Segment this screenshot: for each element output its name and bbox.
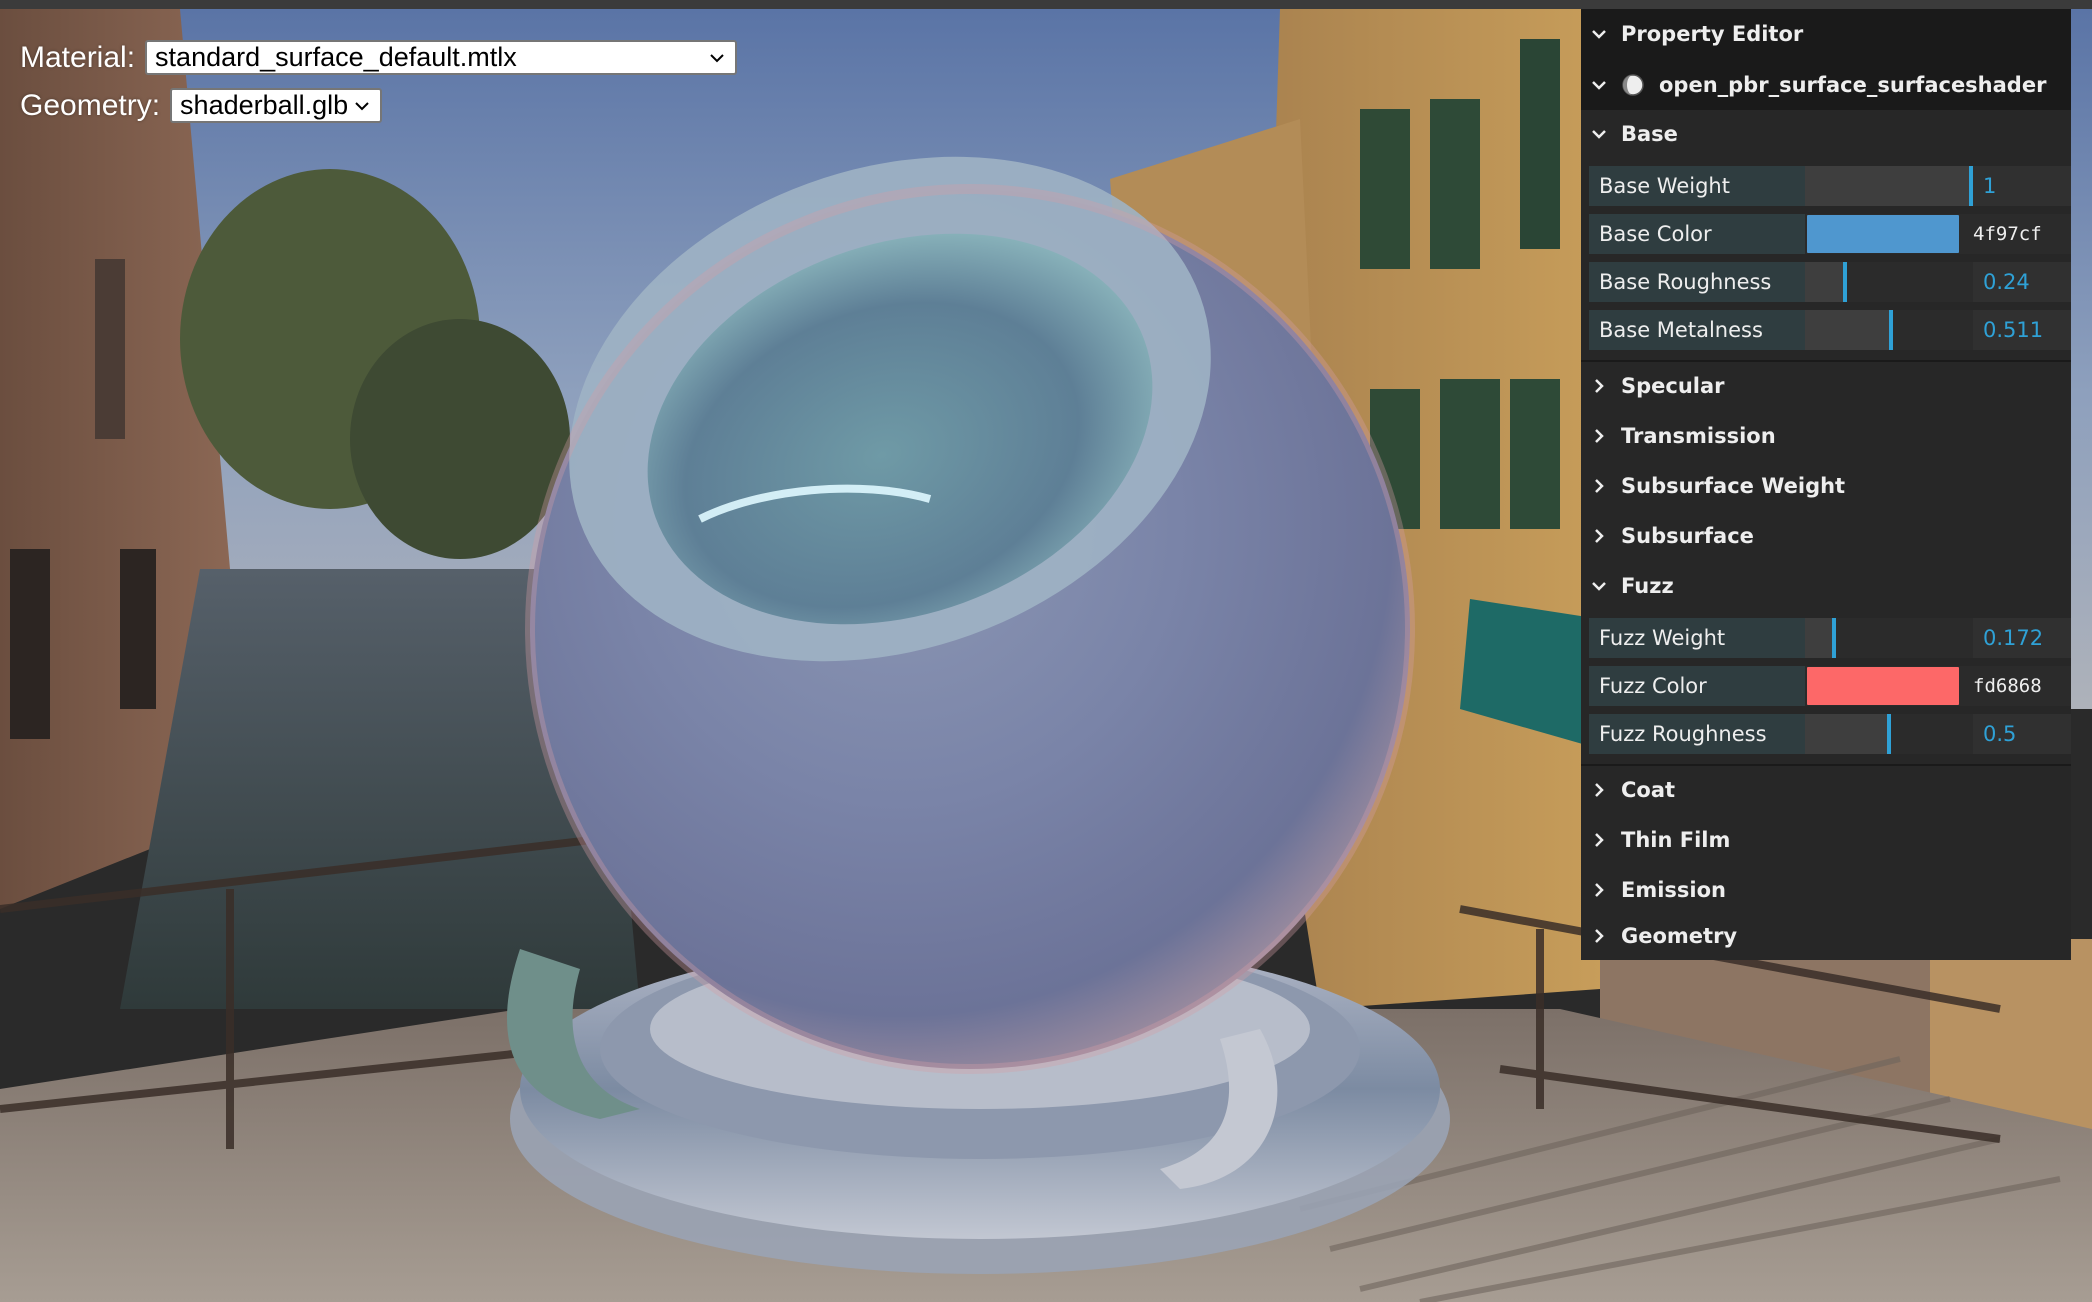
slider-fill — [1805, 166, 1973, 206]
base-roughness-input[interactable]: 0.24 — [1973, 262, 2071, 302]
folder-label: Fuzz — [1621, 574, 1674, 598]
folder-label: Subsurface — [1621, 524, 1754, 548]
folder-label: Emission — [1621, 878, 1726, 902]
material-label: Material: — [20, 40, 136, 74]
slider-fill — [1805, 618, 1834, 658]
geometry-control: Geometry: shaderball.glb — [20, 88, 383, 123]
property-row-fuzz-color: Fuzz Color fd6868 — [1589, 666, 2071, 706]
base-weight-input[interactable]: 1 — [1973, 166, 2071, 206]
folder-specular[interactable]: Specular — [1581, 362, 2071, 410]
slider-handle[interactable] — [1969, 166, 1973, 206]
property-row-base-weight: Base Weight 1 — [1589, 166, 2071, 206]
property-editor-title-bar[interactable]: Property Editor — [1581, 9, 2071, 58]
slider-handle[interactable] — [1887, 714, 1891, 754]
folder-label: Subsurface Weight — [1621, 474, 1846, 498]
property-label: Base Weight — [1589, 166, 1805, 206]
geometry-select-value: shaderball.glb — [180, 90, 349, 120]
property-label: Fuzz Roughness — [1589, 714, 1805, 754]
folder-label: Geometry — [1621, 924, 1738, 948]
chevron-down-icon — [1592, 582, 1606, 591]
property-label: Fuzz Color — [1589, 666, 1805, 706]
base-metalness-input[interactable]: 0.511 — [1973, 310, 2071, 350]
folder-label: Specular — [1621, 374, 1725, 398]
slider-handle[interactable] — [1832, 618, 1836, 658]
slider-fill — [1805, 262, 1845, 302]
chevron-right-icon — [1595, 429, 1604, 443]
folder-coat[interactable]: Coat — [1581, 766, 2071, 814]
chevron-right-icon — [1595, 529, 1604, 543]
shader-node-header[interactable]: open_pbr_surface_surfaceshader — [1581, 60, 2071, 110]
base-weight-slider[interactable] — [1805, 166, 1973, 206]
fuzz-roughness-slider[interactable] — [1805, 714, 1973, 754]
chevron-right-icon — [1595, 833, 1604, 847]
top-strip — [0, 0, 2092, 9]
folder-thin-film[interactable]: Thin Film — [1581, 816, 2071, 864]
render-viewport[interactable]: Material: standard_surface_default.mtlx … — [0, 0, 2092, 1302]
chevron-down-icon — [710, 54, 724, 63]
chevron-right-icon — [1595, 783, 1604, 797]
property-row-fuzz-roughness: Fuzz Roughness 0.5 — [1589, 714, 2071, 754]
shader-node-name: open_pbr_surface_surfaceshader — [1659, 73, 2047, 97]
fuzz-color-swatch[interactable] — [1807, 667, 1959, 705]
property-row-fuzz-weight: Fuzz Weight 0.172 — [1589, 618, 2071, 658]
fuzz-color-hex-input[interactable]: fd6868 — [1973, 666, 2071, 706]
chevron-right-icon — [1595, 479, 1604, 493]
base-color-swatch[interactable] — [1807, 215, 1959, 253]
folder-transmission[interactable]: Transmission — [1581, 412, 2071, 460]
base-color-hex-input[interactable]: 4f97cf — [1973, 214, 2071, 254]
property-row-base-roughness: Base Roughness 0.24 — [1589, 262, 2071, 302]
chevron-down-icon — [1592, 81, 1606, 90]
folder-base[interactable]: Base — [1581, 110, 2071, 158]
folder-label: Transmission — [1621, 424, 1776, 448]
base-metalness-slider[interactable] — [1805, 310, 1973, 350]
slider-handle[interactable] — [1889, 310, 1893, 350]
geometry-select[interactable]: shaderball.glb — [170, 88, 383, 123]
chevron-right-icon — [1595, 379, 1604, 393]
property-row-base-metalness: Base Metalness 0.511 — [1589, 310, 2071, 350]
folder-subsurface[interactable]: Subsurface — [1581, 512, 2071, 560]
property-editor-panel: Property Editor open_pbr_surface_surface… — [1581, 9, 2071, 960]
folder-base-body: Base Weight 1 Base Color 4f97cf Base Rou… — [1589, 158, 2071, 354]
chevron-right-icon — [1595, 929, 1604, 943]
folder-label: Thin Film — [1621, 828, 1731, 852]
property-label: Base Color — [1589, 214, 1805, 254]
folder-fuzz[interactable]: Fuzz — [1581, 562, 2071, 610]
folder-emission[interactable]: Emission — [1581, 866, 2071, 914]
slider-fill — [1805, 310, 1891, 350]
chevron-right-icon — [1595, 883, 1604, 897]
folder-label: Base — [1621, 122, 1678, 146]
fuzz-weight-slider[interactable] — [1805, 618, 1973, 658]
fuzz-weight-input[interactable]: 0.172 — [1973, 618, 2071, 658]
slider-fill — [1805, 714, 1889, 754]
property-label: Fuzz Weight — [1589, 618, 1805, 658]
chevron-down-icon — [355, 102, 369, 111]
material-select[interactable]: standard_surface_default.mtlx — [145, 40, 738, 75]
folder-label: Coat — [1621, 778, 1676, 802]
fuzz-roughness-input[interactable]: 0.5 — [1973, 714, 2071, 754]
property-label: Base Metalness — [1589, 310, 1805, 350]
base-roughness-slider[interactable] — [1805, 262, 1973, 302]
folder-fuzz-body: Fuzz Weight 0.172 Fuzz Color fd6868 Fuzz… — [1589, 610, 2071, 758]
material-control: Material: standard_surface_default.mtlx — [20, 40, 738, 75]
folder-geometry[interactable]: Geometry — [1581, 912, 2071, 960]
property-row-base-color: Base Color 4f97cf — [1589, 214, 2071, 254]
property-editor-title: Property Editor — [1621, 21, 1804, 46]
folder-subsurface-weight[interactable]: Subsurface Weight — [1581, 462, 2071, 510]
slider-handle[interactable] — [1843, 262, 1847, 302]
sphere-icon — [1622, 74, 1644, 96]
chevron-down-icon — [1592, 29, 1606, 39]
geometry-label: Geometry: — [20, 88, 161, 122]
property-label: Base Roughness — [1589, 262, 1805, 302]
chevron-down-icon — [1592, 130, 1606, 139]
material-select-value: standard_surface_default.mtlx — [155, 42, 517, 72]
